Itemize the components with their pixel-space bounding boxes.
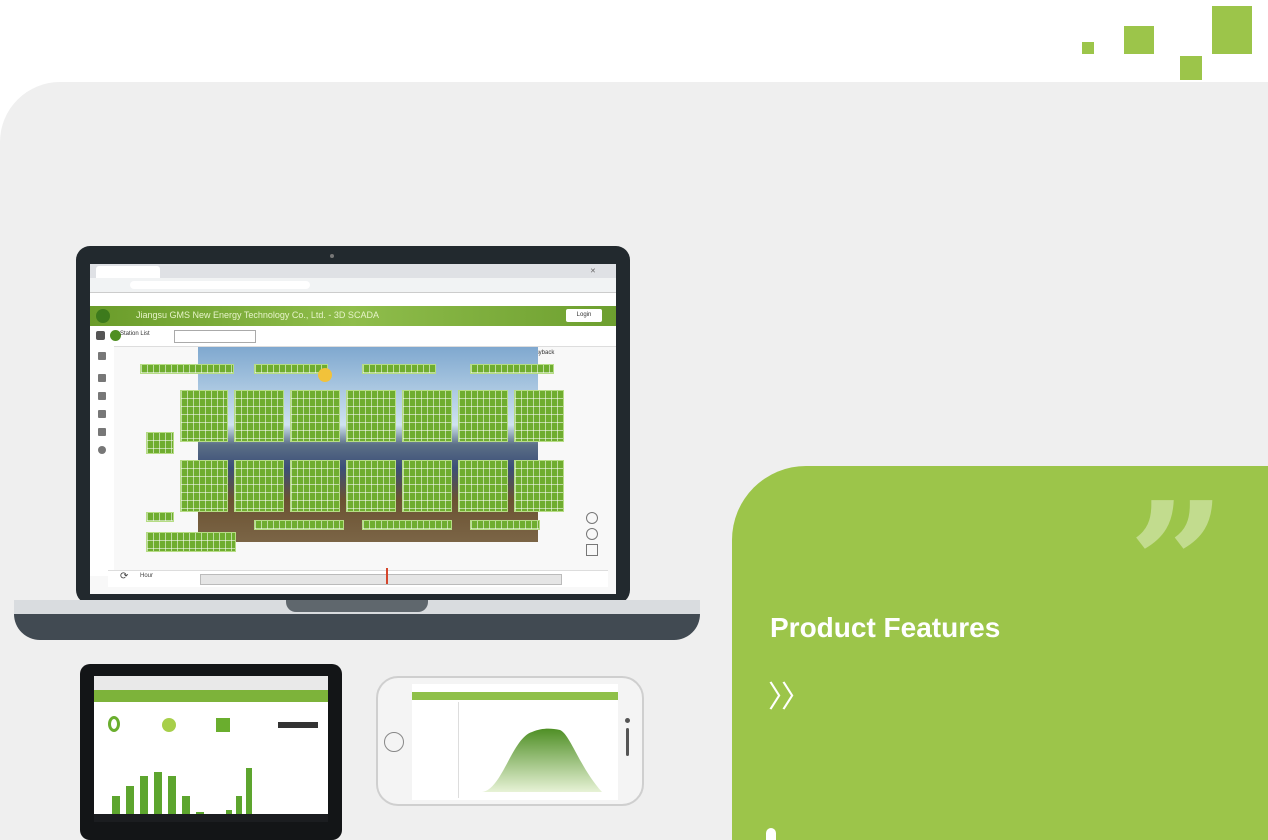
pv-block[interactable]	[346, 460, 396, 512]
tablet-taskbar	[94, 814, 328, 822]
pv-block[interactable]	[514, 460, 564, 512]
laptop-screen: ✕ Jiangsu GMS New Energy Technology Co.,…	[90, 264, 616, 594]
station-search-input[interactable]	[174, 330, 256, 343]
card-indicator	[766, 828, 776, 840]
kpi-card	[216, 712, 264, 736]
building-icon[interactable]	[98, 410, 106, 418]
chart-icon[interactable]	[98, 392, 106, 400]
pv-block[interactable]	[470, 520, 540, 530]
settings-icon[interactable]	[98, 446, 106, 454]
pv-block[interactable]	[362, 364, 436, 374]
home-icon[interactable]	[96, 331, 105, 340]
chevron-right-icon[interactable]: 〉〉	[768, 672, 811, 716]
kpi-card	[108, 712, 156, 736]
tablet-screen	[94, 676, 328, 822]
pv-block[interactable]	[146, 532, 236, 552]
timeline-marker[interactable]	[386, 568, 388, 584]
pv-panel-grid	[140, 364, 570, 554]
area-series	[482, 728, 602, 792]
left-tool-rail	[90, 346, 114, 576]
pv-block[interactable]	[180, 390, 228, 442]
decor-square-small-2	[1180, 56, 1202, 80]
app-title: Jiangsu GMS New Energy Technology Co., L…	[136, 310, 379, 320]
url-field[interactable]	[130, 281, 310, 289]
tablet-bar-chart-2	[216, 746, 320, 820]
decor-square-large	[1212, 6, 1252, 54]
app-toolbar	[90, 326, 616, 347]
tablet-browser-bar	[94, 676, 328, 690]
zoom-out-icon[interactable]	[586, 528, 598, 540]
kpi-card	[162, 712, 210, 736]
browser-tab[interactable]	[96, 266, 160, 278]
quote-mark-icon: ”	[1128, 465, 1226, 665]
laptop-camera-icon	[330, 254, 334, 258]
pv-block[interactable]	[458, 460, 508, 512]
pv-block[interactable]	[140, 364, 234, 374]
browser-tab-bar: ✕	[90, 264, 616, 278]
zoom-in-icon[interactable]	[586, 512, 598, 524]
laptop-base	[14, 614, 700, 640]
pointer-icon[interactable]	[98, 352, 106, 360]
browser-address-bar[interactable]	[90, 278, 616, 293]
app-logo-icon	[96, 309, 110, 323]
phone-camera-icon	[625, 718, 630, 723]
feature-card-title: Product Features	[770, 612, 1001, 643]
energy-icon	[108, 716, 120, 732]
pv-block[interactable]	[402, 390, 452, 442]
pv-block[interactable]	[362, 520, 452, 530]
phone-screen	[412, 684, 618, 800]
refresh-icon[interactable]: ⟳	[120, 571, 128, 582]
pv-block[interactable]	[514, 390, 564, 442]
kpi-value	[278, 722, 318, 728]
pv-block[interactable]	[290, 390, 340, 442]
pv-block[interactable]	[254, 364, 328, 374]
pv-block[interactable]	[254, 520, 344, 530]
login-button[interactable]: Login	[566, 309, 602, 322]
panel-icon	[216, 718, 230, 732]
fullscreen-icon[interactable]	[586, 544, 598, 556]
pv-block[interactable]	[458, 390, 508, 442]
pv-block[interactable]	[146, 432, 174, 454]
pv-block[interactable]	[470, 364, 554, 374]
station-list-button[interactable]: Station List	[120, 331, 150, 337]
pv-block[interactable]	[346, 390, 396, 442]
bookmarks-bar	[90, 293, 616, 306]
tablet-app-header	[94, 690, 328, 702]
phone-home-button[interactable]	[384, 732, 404, 752]
timeline-zoom-label[interactable]: Hour	[140, 573, 153, 579]
pv-block[interactable]	[290, 460, 340, 512]
pv-block[interactable]	[402, 460, 452, 512]
pv-block[interactable]	[180, 460, 228, 512]
phone-speaker	[626, 728, 629, 756]
sun-icon	[162, 718, 176, 732]
laptop-hinge-notch	[286, 600, 428, 612]
chart-bar	[154, 772, 162, 820]
close-icon[interactable]: ✕	[590, 267, 596, 275]
chart-bar	[246, 768, 252, 820]
phone-app-header	[412, 692, 618, 700]
decor-square-small	[1082, 42, 1094, 54]
tablet-bar-chart-1	[104, 746, 208, 820]
pv-block[interactable]	[234, 460, 284, 512]
pv-block[interactable]	[146, 512, 174, 522]
pv-block[interactable]	[234, 390, 284, 442]
phone-tree-list	[414, 702, 459, 798]
thermometer-icon[interactable]	[98, 428, 106, 436]
layers-icon[interactable]	[98, 374, 106, 382]
timeline-track[interactable]	[200, 574, 562, 585]
phone-area-chart	[482, 728, 602, 792]
sun-icon	[318, 368, 332, 382]
decor-square-medium	[1124, 26, 1154, 54]
